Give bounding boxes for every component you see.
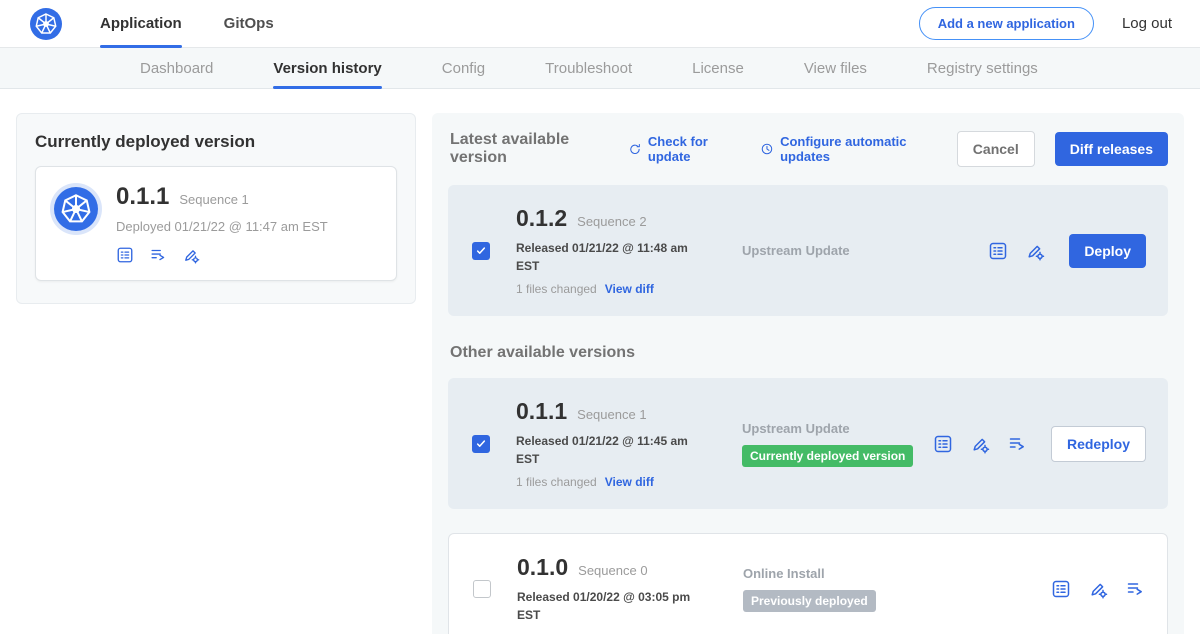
version-source: Online Install Previously deployed <box>725 566 1051 612</box>
topnav-tabs: Application GitOps <box>100 0 316 47</box>
edit-config-icon[interactable] <box>970 434 990 454</box>
deploy-logs-icon[interactable] <box>149 246 167 264</box>
app-subnav: Dashboard Version history Config Trouble… <box>0 48 1200 89</box>
currently-deployed-badge: Currently deployed version <box>742 445 913 467</box>
deployed-version-card: 0.1.1 Sequence 1 Deployed 01/21/22 @ 11:… <box>35 166 397 281</box>
deploy-logs-icon[interactable] <box>1007 434 1027 454</box>
deployed-version-info: 0.1.1 Sequence 1 Deployed 01/21/22 @ 11:… <box>116 183 328 264</box>
version-source: Upstream Update <box>724 243 988 258</box>
view-diff-link[interactable]: View diff <box>605 475 654 489</box>
subnav-item-dashboard[interactable]: Dashboard <box>140 48 213 88</box>
subnav-item-license[interactable]: License <box>692 48 744 88</box>
files-changed: 1 files changed <box>516 282 597 296</box>
tab-application-label: Application <box>100 15 182 32</box>
deployed-date: Deployed 01/21/22 @ 11:47 am EST <box>116 219 328 234</box>
check-for-update-link[interactable]: Check for update <box>628 134 740 164</box>
version-actions <box>1051 579 1149 599</box>
release-notes-icon[interactable] <box>116 246 134 264</box>
deploy-button[interactable]: Deploy <box>1069 234 1146 268</box>
checkmark-icon <box>475 245 487 257</box>
version-sequence: Sequence 1 <box>577 407 646 422</box>
version-source: Upstream Update Currently deployed versi… <box>724 421 933 467</box>
tab-application[interactable]: Application <box>100 0 182 47</box>
add-application-button[interactable]: Add a new application <box>919 7 1094 40</box>
main-content: Currently deployed version 0.1.1 Sequenc… <box>0 89 1200 634</box>
version-info: 0.1.0 Sequence 0 Released 01/20/22 @ 03:… <box>517 554 725 624</box>
release-notes-icon[interactable] <box>933 434 953 454</box>
other-versions-title: Other available versions <box>450 344 1168 362</box>
deployed-icon-row <box>116 246 328 264</box>
kots-admin-console: Application GitOps Add a new application… <box>0 0 1200 634</box>
version-checkbox[interactable] <box>472 435 490 453</box>
check-for-update-label: Check for update <box>648 134 740 164</box>
subnav-item-view-files[interactable]: View files <box>804 48 867 88</box>
released-date: Released 01/20/22 @ 03:05 pm EST <box>517 588 707 624</box>
subnav-item-troubleshoot[interactable]: Troubleshoot <box>545 48 632 88</box>
deploy-logs-icon[interactable] <box>1125 579 1145 599</box>
tab-gitops[interactable]: GitOps <box>224 0 274 47</box>
deployed-panel-title: Currently deployed version <box>35 132 397 152</box>
edit-config-icon[interactable] <box>1088 579 1108 599</box>
view-diff-link[interactable]: View diff <box>605 282 654 296</box>
edit-config-icon[interactable] <box>1025 241 1045 261</box>
released-date: Released 01/21/22 @ 11:45 am EST <box>516 432 706 468</box>
available-versions-panel: Latest available version Check for updat… <box>432 113 1184 634</box>
kubernetes-logo-icon <box>30 8 62 40</box>
configure-automatic-updates-link[interactable]: Configure automatic updates <box>760 134 937 164</box>
logout-link[interactable]: Log out <box>1122 15 1172 32</box>
subnav-item-config[interactable]: Config <box>442 48 485 88</box>
version-info: 0.1.2 Sequence 2 Released 01/21/22 @ 11:… <box>516 205 724 296</box>
version-checkbox[interactable] <box>472 242 490 260</box>
latest-available-title: Latest available version <box>450 131 608 167</box>
refresh-icon <box>628 141 642 157</box>
edit-config-icon[interactable] <box>182 246 200 264</box>
configure-automatic-updates-label: Configure automatic updates <box>780 134 937 164</box>
version-row-0-1-0: 0.1.0 Sequence 0 Released 01/20/22 @ 03:… <box>448 533 1168 634</box>
redeploy-button[interactable]: Redeploy <box>1051 426 1146 462</box>
top-navbar: Application GitOps Add a new application… <box>0 0 1200 48</box>
version-info: 0.1.1 Sequence 1 Released 01/21/22 @ 11:… <box>516 398 724 489</box>
version-row-0-1-1: 0.1.1 Sequence 1 Released 01/21/22 @ 11:… <box>448 378 1168 509</box>
version-number: 0.1.1 <box>516 398 567 425</box>
checkmark-icon <box>475 438 487 450</box>
release-notes-icon[interactable] <box>988 241 1008 261</box>
tab-gitops-label: GitOps <box>224 15 274 32</box>
version-checkbox[interactable] <box>473 580 491 598</box>
version-sequence: Sequence 0 <box>578 563 647 578</box>
version-number: 0.1.2 <box>516 205 567 232</box>
released-date: Released 01/21/22 @ 11:48 am EST <box>516 239 706 275</box>
app-icon <box>54 187 98 231</box>
deployed-version-number: 0.1.1 <box>116 183 169 211</box>
subnav-item-version-history[interactable]: Version history <box>273 48 381 88</box>
files-changed: 1 files changed <box>516 475 597 489</box>
version-number: 0.1.0 <box>517 554 568 581</box>
version-row-0-1-2: 0.1.2 Sequence 2 Released 01/21/22 @ 11:… <box>448 185 1168 316</box>
previously-deployed-badge: Previously deployed <box>743 590 876 612</box>
topnav-right: Add a new application Log out <box>919 7 1172 40</box>
version-actions: Redeploy <box>933 426 1150 462</box>
deployed-sequence: Sequence 1 <box>179 192 248 207</box>
cancel-button[interactable]: Cancel <box>957 131 1035 167</box>
clock-icon <box>760 141 774 157</box>
subnav-item-registry-settings[interactable]: Registry settings <box>927 48 1038 88</box>
version-sequence: Sequence 2 <box>577 214 646 229</box>
currently-deployed-panel: Currently deployed version 0.1.1 Sequenc… <box>16 113 416 304</box>
diff-releases-button[interactable]: Diff releases <box>1055 132 1168 166</box>
release-notes-icon[interactable] <box>1051 579 1071 599</box>
version-actions: Deploy <box>988 234 1150 268</box>
available-header: Latest available version Check for updat… <box>448 131 1168 167</box>
